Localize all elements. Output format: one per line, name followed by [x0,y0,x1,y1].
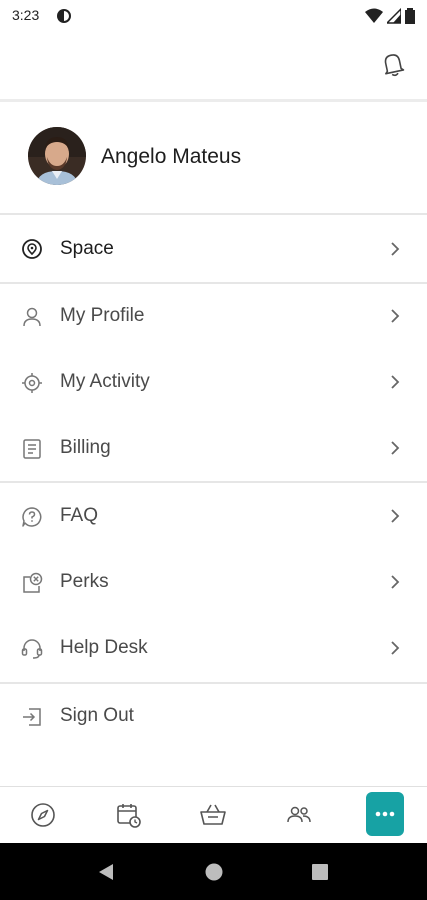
billing-divider [0,481,427,483]
more-button[interactable] [366,792,404,836]
app-header [0,32,427,98]
system-nav-bar [0,843,427,900]
menu-label-space: Space [60,238,114,259]
document-icon [23,439,41,459]
sign-out-icon [23,708,41,726]
menu-item-my-activity[interactable]: My Activity [0,351,427,415]
menu-label-sign-out: Sign Out [60,705,134,726]
profile-divider [0,213,427,215]
chevron-right-icon [391,641,400,655]
recents-icon[interactable] [311,863,329,881]
menu-item-space[interactable]: Space [0,218,427,282]
wifi-icon [365,8,383,23]
menu-label-my-profile: My Profile [60,305,145,326]
question-bubble-icon [22,507,42,527]
avatar [28,127,86,185]
menu-item-help-desk[interactable]: Help Desk [0,617,427,681]
status-time: 3:23 [12,7,40,23]
menu-item-sign-out[interactable]: Sign Out [0,685,427,749]
menu-item-perks[interactable]: Perks [0,551,427,615]
status-icons [365,8,415,24]
calendar-clock-icon[interactable] [112,799,144,831]
chevron-right-icon [391,309,400,323]
signal-icon [387,8,401,24]
menu-item-billing[interactable]: Billing [0,417,427,481]
compass-icon[interactable] [27,799,59,831]
menu-label-perks: Perks [60,571,109,592]
more-dots-icon [375,811,395,817]
bell-icon[interactable] [379,50,407,78]
data-saver-icon [57,9,71,23]
chevron-right-icon [391,575,400,589]
bottom-nav [0,787,427,843]
status-bar: 3:23 [0,0,427,32]
perks-tag-icon [23,572,43,593]
back-icon[interactable] [96,862,116,882]
battery-icon [405,8,415,24]
people-icon[interactable] [283,799,315,831]
location-pin-icon [22,239,42,259]
help-desk-divider [0,682,427,684]
basket-icon[interactable] [197,799,229,831]
menu-label-billing: Billing [60,437,111,458]
person-icon [23,307,41,327]
menu-item-my-profile[interactable]: My Profile [0,285,427,349]
chevron-right-icon [391,242,400,256]
home-icon[interactable] [204,862,224,882]
profile-row[interactable]: Angelo Mateus [0,100,427,213]
space-divider [0,282,427,284]
menu-item-faq[interactable]: FAQ [0,485,427,549]
chevron-right-icon [391,441,400,455]
menu-label-help-desk: Help Desk [60,637,148,658]
menu-label-my-activity: My Activity [60,371,150,392]
menu-label-faq: FAQ [60,505,99,526]
chevron-right-icon [391,509,400,523]
target-icon [22,373,42,393]
headset-icon [21,639,43,659]
profile-name: Angelo Mateus [101,145,242,168]
chevron-right-icon [391,375,400,389]
